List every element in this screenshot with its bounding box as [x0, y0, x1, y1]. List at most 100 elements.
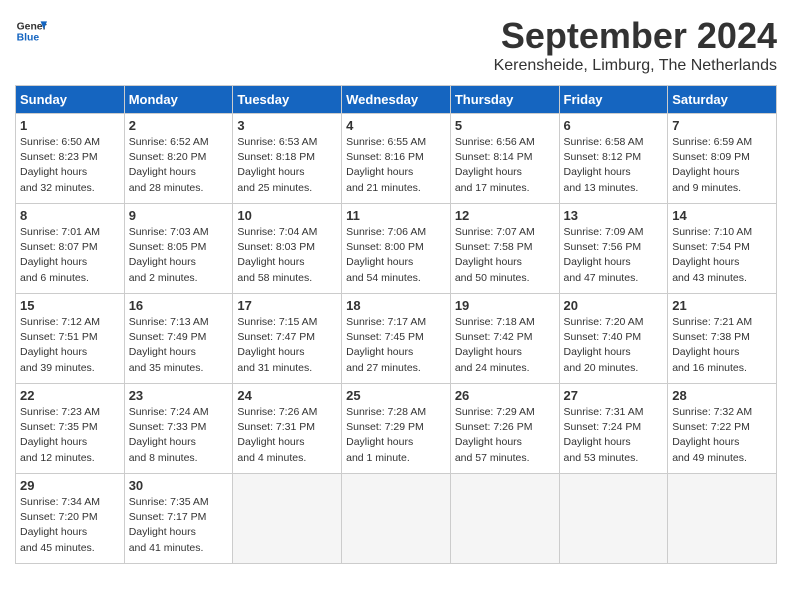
day-cell-22: 22 Sunrise: 7:23 AMSunset: 7:35 PMDaylig…	[16, 384, 125, 474]
day-number: 4	[346, 118, 446, 133]
day-cell-29: 29 Sunrise: 7:34 AMSunset: 7:20 PMDaylig…	[16, 474, 125, 564]
day-number: 24	[237, 388, 337, 403]
calendar-row: 29 Sunrise: 7:34 AMSunset: 7:20 PMDaylig…	[16, 474, 777, 564]
day-info: Sunrise: 7:29 AMSunset: 7:26 PMDaylight …	[455, 405, 555, 466]
day-info: Sunrise: 7:10 AMSunset: 7:54 PMDaylight …	[672, 225, 772, 286]
location: Kerensheide, Limburg, The Netherlands	[494, 57, 777, 75]
day-info: Sunrise: 6:58 AMSunset: 8:12 PMDaylight …	[564, 135, 664, 196]
day-info: Sunrise: 7:21 AMSunset: 7:38 PMDaylight …	[672, 315, 772, 376]
day-cell-11: 11 Sunrise: 7:06 AMSunset: 8:00 PMDaylig…	[342, 204, 451, 294]
calendar-row: 1 Sunrise: 6:50 AMSunset: 8:23 PMDayligh…	[16, 114, 777, 204]
day-info: Sunrise: 7:01 AMSunset: 8:07 PMDaylight …	[20, 225, 120, 286]
day-number: 22	[20, 388, 120, 403]
day-info: Sunrise: 6:59 AMSunset: 8:09 PMDaylight …	[672, 135, 772, 196]
day-number: 27	[564, 388, 664, 403]
day-cell-20: 20 Sunrise: 7:20 AMSunset: 7:40 PMDaylig…	[559, 294, 668, 384]
day-cell-9: 9 Sunrise: 7:03 AMSunset: 8:05 PMDayligh…	[124, 204, 233, 294]
day-cell-28: 28 Sunrise: 7:32 AMSunset: 7:22 PMDaylig…	[668, 384, 777, 474]
day-info: Sunrise: 7:12 AMSunset: 7:51 PMDaylight …	[20, 315, 120, 376]
title-area: September 2024 Kerensheide, Limburg, The…	[494, 15, 777, 75]
day-cell-21: 21 Sunrise: 7:21 AMSunset: 7:38 PMDaylig…	[668, 294, 777, 384]
day-cell-30: 30 Sunrise: 7:35 AMSunset: 7:17 PMDaylig…	[124, 474, 233, 564]
empty-cell	[342, 474, 451, 564]
col-saturday: Saturday	[668, 86, 777, 114]
month-title: September 2024	[494, 15, 777, 57]
day-info: Sunrise: 6:53 AMSunset: 8:18 PMDaylight …	[237, 135, 337, 196]
logo: General Blue	[15, 15, 47, 47]
day-number: 14	[672, 208, 772, 223]
day-cell-27: 27 Sunrise: 7:31 AMSunset: 7:24 PMDaylig…	[559, 384, 668, 474]
day-cell-24: 24 Sunrise: 7:26 AMSunset: 7:31 PMDaylig…	[233, 384, 342, 474]
calendar-table: Sunday Monday Tuesday Wednesday Thursday…	[15, 85, 777, 564]
day-cell-23: 23 Sunrise: 7:24 AMSunset: 7:33 PMDaylig…	[124, 384, 233, 474]
day-number: 21	[672, 298, 772, 313]
day-cell-10: 10 Sunrise: 7:04 AMSunset: 8:03 PMDaylig…	[233, 204, 342, 294]
day-info: Sunrise: 7:24 AMSunset: 7:33 PMDaylight …	[129, 405, 229, 466]
day-number: 30	[129, 478, 229, 493]
day-info: Sunrise: 7:35 AMSunset: 7:17 PMDaylight …	[129, 495, 229, 556]
day-info: Sunrise: 7:18 AMSunset: 7:42 PMDaylight …	[455, 315, 555, 376]
day-cell-17: 17 Sunrise: 7:15 AMSunset: 7:47 PMDaylig…	[233, 294, 342, 384]
day-number: 19	[455, 298, 555, 313]
day-info: Sunrise: 7:03 AMSunset: 8:05 PMDaylight …	[129, 225, 229, 286]
empty-cell	[233, 474, 342, 564]
day-info: Sunrise: 7:28 AMSunset: 7:29 PMDaylight …	[346, 405, 446, 466]
day-cell-14: 14 Sunrise: 7:10 AMSunset: 7:54 PMDaylig…	[668, 204, 777, 294]
page-container: General Blue September 2024 Kerensheide,…	[15, 15, 777, 564]
header: General Blue September 2024 Kerensheide,…	[15, 15, 777, 75]
day-number: 25	[346, 388, 446, 403]
day-cell-15: 15 Sunrise: 7:12 AMSunset: 7:51 PMDaylig…	[16, 294, 125, 384]
day-info: Sunrise: 6:56 AMSunset: 8:14 PMDaylight …	[455, 135, 555, 196]
day-number: 1	[20, 118, 120, 133]
day-info: Sunrise: 7:04 AMSunset: 8:03 PMDaylight …	[237, 225, 337, 286]
day-number: 26	[455, 388, 555, 403]
header-row: Sunday Monday Tuesday Wednesday Thursday…	[16, 86, 777, 114]
col-monday: Monday	[124, 86, 233, 114]
day-info: Sunrise: 6:55 AMSunset: 8:16 PMDaylight …	[346, 135, 446, 196]
day-number: 11	[346, 208, 446, 223]
day-cell-8: 8 Sunrise: 7:01 AMSunset: 8:07 PMDayligh…	[16, 204, 125, 294]
calendar-row: 8 Sunrise: 7:01 AMSunset: 8:07 PMDayligh…	[16, 204, 777, 294]
day-info: Sunrise: 7:06 AMSunset: 8:00 PMDaylight …	[346, 225, 446, 286]
day-number: 23	[129, 388, 229, 403]
empty-cell	[559, 474, 668, 564]
day-number: 9	[129, 208, 229, 223]
day-number: 29	[20, 478, 120, 493]
day-cell-12: 12 Sunrise: 7:07 AMSunset: 7:58 PMDaylig…	[450, 204, 559, 294]
day-number: 13	[564, 208, 664, 223]
day-info: Sunrise: 7:20 AMSunset: 7:40 PMDaylight …	[564, 315, 664, 376]
col-friday: Friday	[559, 86, 668, 114]
day-number: 12	[455, 208, 555, 223]
day-number: 8	[20, 208, 120, 223]
day-info: Sunrise: 7:31 AMSunset: 7:24 PMDaylight …	[564, 405, 664, 466]
day-cell-6: 6 Sunrise: 6:58 AMSunset: 8:12 PMDayligh…	[559, 114, 668, 204]
day-number: 5	[455, 118, 555, 133]
day-cell-25: 25 Sunrise: 7:28 AMSunset: 7:29 PMDaylig…	[342, 384, 451, 474]
calendar-body: 1 Sunrise: 6:50 AMSunset: 8:23 PMDayligh…	[16, 114, 777, 564]
day-info: Sunrise: 7:15 AMSunset: 7:47 PMDaylight …	[237, 315, 337, 376]
day-cell-26: 26 Sunrise: 7:29 AMSunset: 7:26 PMDaylig…	[450, 384, 559, 474]
day-cell-3: 3 Sunrise: 6:53 AMSunset: 8:18 PMDayligh…	[233, 114, 342, 204]
day-info: Sunrise: 7:23 AMSunset: 7:35 PMDaylight …	[20, 405, 120, 466]
day-info: Sunrise: 6:50 AMSunset: 8:23 PMDaylight …	[20, 135, 120, 196]
day-info: Sunrise: 7:17 AMSunset: 7:45 PMDaylight …	[346, 315, 446, 376]
day-number: 7	[672, 118, 772, 133]
day-cell-4: 4 Sunrise: 6:55 AMSunset: 8:16 PMDayligh…	[342, 114, 451, 204]
svg-text:Blue: Blue	[17, 33, 40, 44]
empty-cell	[450, 474, 559, 564]
day-cell-2: 2 Sunrise: 6:52 AMSunset: 8:20 PMDayligh…	[124, 114, 233, 204]
calendar-row: 15 Sunrise: 7:12 AMSunset: 7:51 PMDaylig…	[16, 294, 777, 384]
empty-cell	[668, 474, 777, 564]
day-info: Sunrise: 7:09 AMSunset: 7:56 PMDaylight …	[564, 225, 664, 286]
day-cell-5: 5 Sunrise: 6:56 AMSunset: 8:14 PMDayligh…	[450, 114, 559, 204]
calendar-row: 22 Sunrise: 7:23 AMSunset: 7:35 PMDaylig…	[16, 384, 777, 474]
col-thursday: Thursday	[450, 86, 559, 114]
day-number: 6	[564, 118, 664, 133]
col-sunday: Sunday	[16, 86, 125, 114]
day-cell-18: 18 Sunrise: 7:17 AMSunset: 7:45 PMDaylig…	[342, 294, 451, 384]
day-number: 17	[237, 298, 337, 313]
day-info: Sunrise: 7:32 AMSunset: 7:22 PMDaylight …	[672, 405, 772, 466]
day-number: 10	[237, 208, 337, 223]
day-cell-13: 13 Sunrise: 7:09 AMSunset: 7:56 PMDaylig…	[559, 204, 668, 294]
day-number: 2	[129, 118, 229, 133]
